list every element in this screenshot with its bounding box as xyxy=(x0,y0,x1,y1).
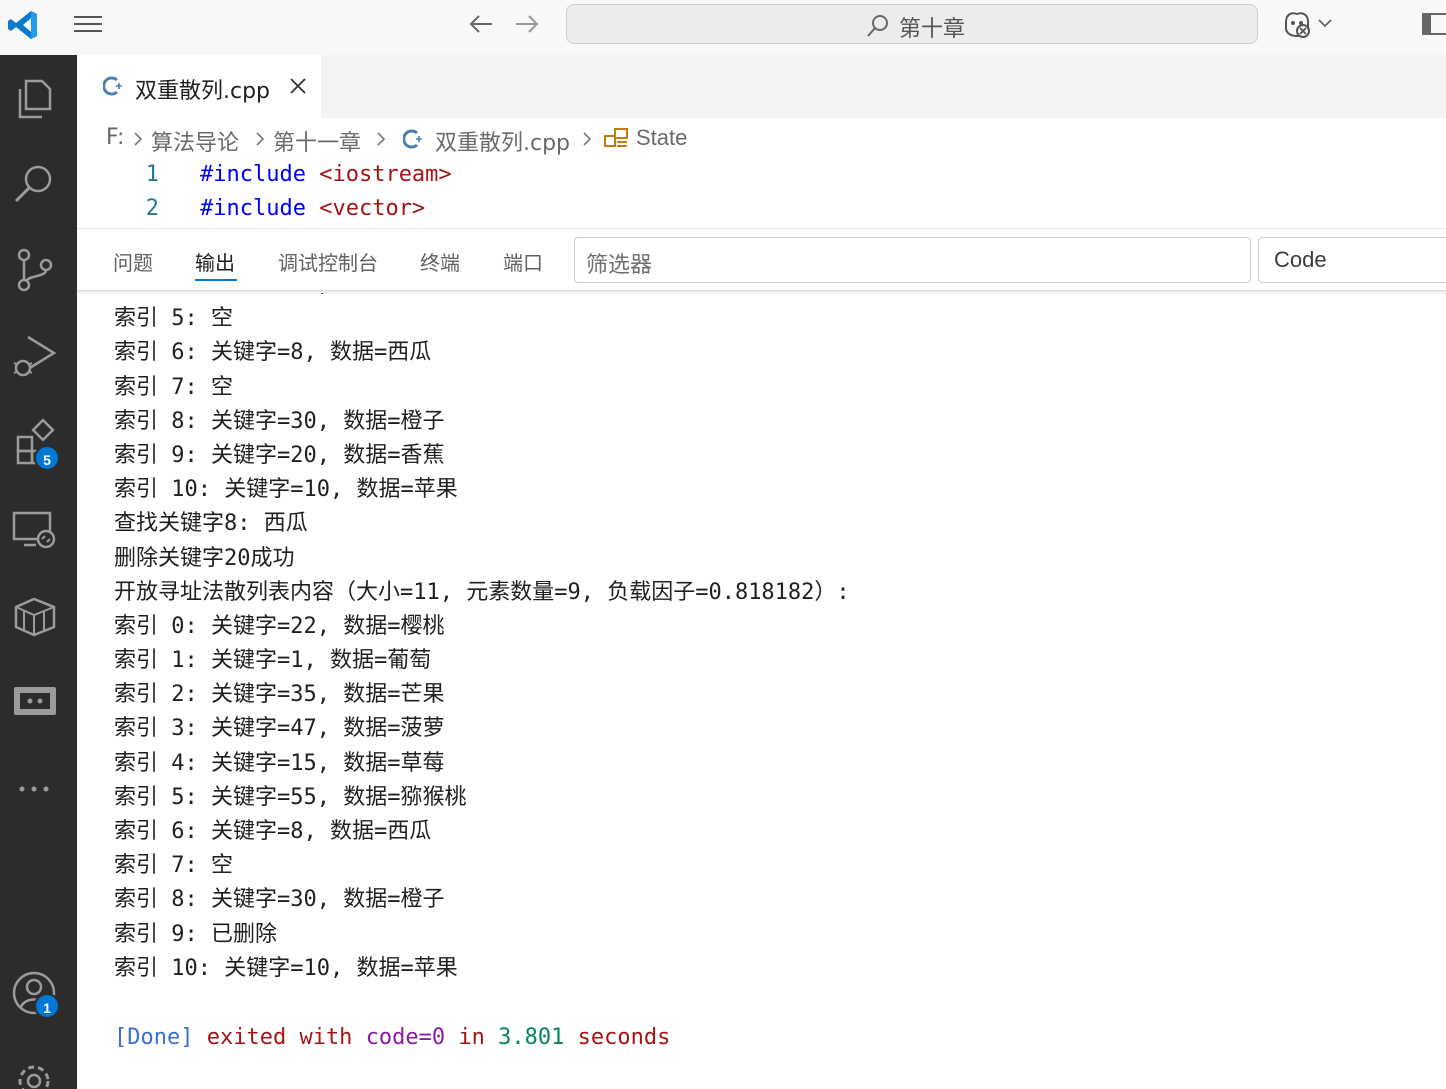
output-line: 索引 7: 空 xyxy=(114,853,233,879)
tab-terminal[interactable]: 终端 xyxy=(420,247,460,276)
code-line: #include <vector> xyxy=(200,196,425,221)
breadcrumb-drive[interactable]: F: xyxy=(106,125,124,150)
output-line: 索引 7: 空 xyxy=(114,374,233,400)
tab-file[interactable]: 双重散列.cpp xyxy=(77,55,321,118)
output-line: 索引 10: 关键字=10, 数据=苹果 xyxy=(114,477,458,503)
line-number: 1 xyxy=(145,162,159,187)
package-icon[interactable] xyxy=(10,591,60,641)
remote-explorer-icon[interactable] xyxy=(10,505,60,555)
output-channel-value: Code xyxy=(1274,247,1327,272)
filter-placeholder: 筛选器 xyxy=(586,253,653,278)
editor-tab-strip: 双重散列.cpp xyxy=(77,55,1446,118)
code-editor[interactable]: 1 #include <iostream> 2 #include <vector… xyxy=(77,160,1446,228)
vscode-logo-icon[interactable] xyxy=(6,8,40,42)
output-line: 索引 4: 关键字=15, 数据=草莓 xyxy=(114,293,850,302)
tab-label: 双重散列.cpp xyxy=(135,79,271,104)
line-number: 2 xyxy=(145,196,159,221)
arrow-left-icon[interactable] xyxy=(466,10,496,38)
output-line: 删除关键字20成功 xyxy=(114,545,295,571)
bottom-panel: 问题 输出 调试控制台 终端 端口 筛选器 Code 索引 4: 关键字=15,… xyxy=(77,228,1446,1089)
output-line: 索引 2: 关键字=35, 数据=芒果 xyxy=(114,682,445,708)
chevron-right-icon xyxy=(583,132,592,146)
close-icon[interactable] xyxy=(287,75,309,97)
struct-symbol-icon xyxy=(604,128,628,147)
output-channel-select[interactable]: Code xyxy=(1258,237,1446,283)
arrow-right-icon[interactable] xyxy=(512,10,542,38)
breadcrumb-symbol[interactable]: State xyxy=(636,125,687,151)
cpp-file-icon xyxy=(103,76,122,96)
remote-window-icon[interactable] xyxy=(10,677,60,727)
layout-toggle-icon[interactable] xyxy=(1420,10,1446,38)
chevron-right-icon xyxy=(377,132,386,146)
search-icon xyxy=(867,15,888,37)
command-center-search[interactable]: 第十章 xyxy=(566,4,1258,44)
extensions-badge: 5 xyxy=(34,445,60,471)
output-line: 索引 8: 关键字=30, 数据=橙子 xyxy=(114,408,445,434)
menu-icon[interactable] xyxy=(72,12,104,36)
cpp-file-icon xyxy=(403,129,422,149)
output-line: 索引 8: 关键字=30, 数据=橙子 xyxy=(114,887,445,913)
output-lines: 索引 4: 关键字=15, 数据=草莓索引 5: 空索引 6: 关键字=8, 数… xyxy=(114,293,850,1020)
output-line: 索引 5: 空 xyxy=(114,306,233,332)
seconds-text: seconds xyxy=(577,1025,671,1050)
code-line: #include <iostream> xyxy=(200,162,452,187)
active-tab-indicator xyxy=(195,279,237,281)
chevron-right-icon xyxy=(256,132,265,146)
breadcrumb: F: 算法导论 第十一章 双重散列.cpp State xyxy=(77,118,1446,160)
include-keyword: #include xyxy=(200,162,306,187)
output-line: 索引 5: 关键字=55, 数据=猕猴桃 xyxy=(114,784,467,810)
done-tag: [Done] xyxy=(114,1025,194,1050)
output-line: 索引 9: 关键字=20, 数据=香蕉 xyxy=(114,442,445,468)
output-line: 索引 6: 关键字=8, 数据=西瓜 xyxy=(114,340,432,366)
more-icon[interactable] xyxy=(10,763,60,813)
include-target: <iostream> xyxy=(319,162,452,187)
copilot-icon[interactable] xyxy=(1280,8,1314,40)
done-line: [Done] exited with code=0 in 3.801 secon… xyxy=(114,1025,670,1050)
output-line: 索引 4: 关键字=15, 数据=草莓 xyxy=(114,750,445,776)
exit-code: code=0 xyxy=(365,1025,446,1050)
output-view[interactable]: 索引 4: 关键字=15, 数据=草莓索引 5: 空索引 6: 关键字=8, 数… xyxy=(77,293,1446,1089)
breadcrumb-folder2[interactable]: 第十一章 xyxy=(273,125,361,157)
breadcrumb-file[interactable]: 双重散列.cpp xyxy=(435,125,570,157)
source-control-icon[interactable] xyxy=(10,245,60,295)
output-line: 索引 6: 关键字=8, 数据=西瓜 xyxy=(114,819,432,844)
tab-debug-console[interactable]: 调试控制台 xyxy=(278,247,378,276)
output-line: 索引 1: 关键字=1, 数据=葡萄 xyxy=(114,648,432,674)
output-line: 索引 3: 关键字=47, 数据=菠萝 xyxy=(114,716,445,742)
output-line: 查找关键字8: 西瓜 xyxy=(114,511,308,537)
chevron-right-icon xyxy=(134,132,143,146)
explorer-icon[interactable] xyxy=(10,73,60,123)
gear-icon[interactable] xyxy=(10,1051,60,1089)
run-debug-icon[interactable] xyxy=(10,331,60,381)
panel-header-shadow xyxy=(77,290,1446,294)
tab-ports[interactable]: 端口 xyxy=(503,247,543,276)
output-line: 开放寻址法散列表内容（大小=11, 元素数量=9, 负载因子=0.818182）… xyxy=(114,579,850,605)
tab-output[interactable]: 输出 xyxy=(195,247,235,276)
activity-bar: 5 1 xyxy=(0,55,77,1089)
tab-problems[interactable]: 问题 xyxy=(113,247,153,276)
output-line: 索引 9: 已删除 xyxy=(114,921,277,947)
include-target: <vector> xyxy=(319,196,426,221)
filter-input[interactable]: 筛选器 xyxy=(574,237,1251,283)
in-text: in xyxy=(458,1025,485,1050)
search-icon[interactable] xyxy=(10,159,60,209)
include-keyword: #include xyxy=(200,196,306,221)
breadcrumb-folder1[interactable]: 算法导论 xyxy=(151,125,239,157)
output-line: 索引 0: 关键字=22, 数据=樱桃 xyxy=(114,613,445,639)
chevron-down-icon[interactable] xyxy=(1316,14,1334,32)
exited-text: exited with xyxy=(206,1025,353,1050)
title-bar: 第十章 xyxy=(0,0,1446,55)
command-center-text: 第十章 xyxy=(899,17,966,42)
output-line: 索引 10: 关键字=10, 数据=苹果 xyxy=(114,955,458,981)
accounts-badge: 1 xyxy=(34,993,60,1019)
elapsed-seconds: 3.801 xyxy=(498,1025,565,1050)
